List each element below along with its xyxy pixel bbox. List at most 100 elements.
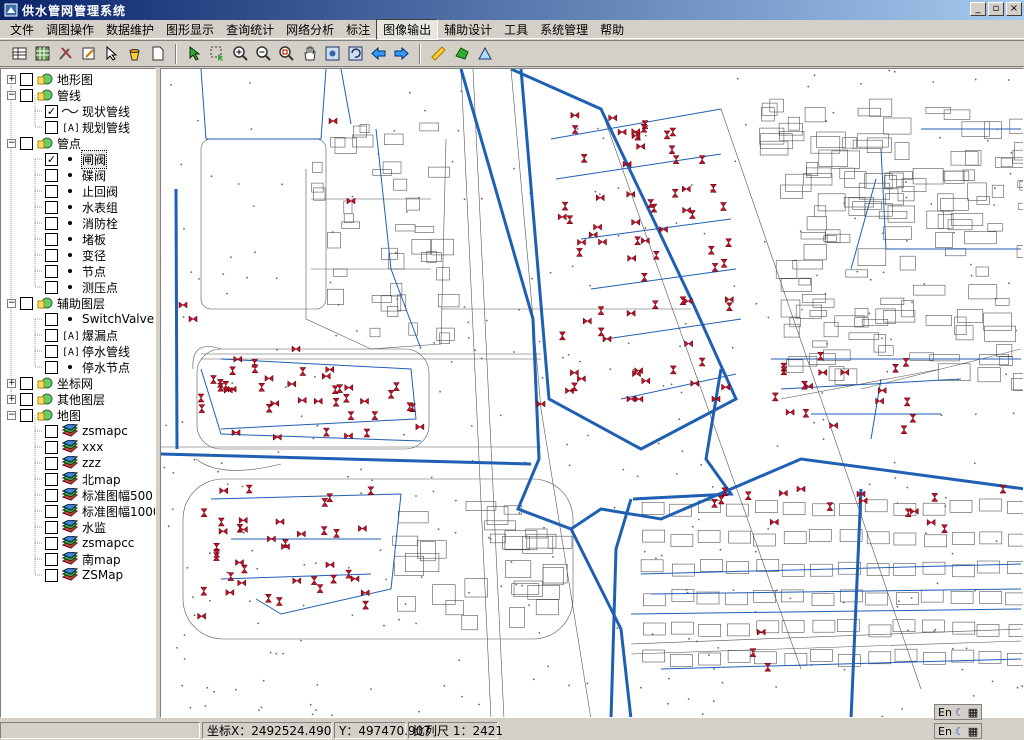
valve-symbol[interactable] <box>764 662 772 672</box>
valve-symbol[interactable] <box>580 154 588 163</box>
layer-row[interactable]: 止回阀 <box>45 183 118 199</box>
layer-checkbox[interactable]: ✓ <box>45 104 58 118</box>
valve-symbol[interactable] <box>770 518 779 526</box>
valve-symbol[interactable] <box>292 577 302 585</box>
layer-row[interactable]: zzz <box>45 455 101 471</box>
restore-button[interactable]: ▫ <box>988 2 1004 16</box>
valve-symbol[interactable] <box>744 491 752 500</box>
valve-symbol[interactable] <box>200 508 208 517</box>
layer-checkbox[interactable] <box>45 184 58 198</box>
layer-checkbox[interactable] <box>20 88 33 102</box>
blank-page-button[interactable] <box>146 43 168 65</box>
layer-row[interactable]: 碟阀 <box>45 167 106 183</box>
layer-checkbox[interactable] <box>45 488 58 502</box>
valve-symbol[interactable] <box>668 145 676 155</box>
valve-symbol[interactable] <box>709 184 717 193</box>
valve-symbol[interactable] <box>900 425 908 435</box>
valve-symbol[interactable] <box>593 223 602 231</box>
layer-checkbox[interactable] <box>45 472 58 486</box>
select-arrow-button[interactable] <box>183 43 205 65</box>
layer-row[interactable]: ZSMap <box>45 567 123 583</box>
map-canvas[interactable] <box>161 69 1024 718</box>
zoom-in-button[interactable] <box>229 43 251 65</box>
valve-symbol[interactable] <box>683 297 693 305</box>
layer-checkbox[interactable] <box>45 552 58 566</box>
triangle-button[interactable] <box>473 43 495 65</box>
ime-bar-upper[interactable]: En ☾ ▦ <box>934 704 983 720</box>
valve-symbol[interactable] <box>392 382 400 391</box>
layer-checkbox[interactable] <box>45 232 58 246</box>
valve-symbol[interactable] <box>682 206 691 214</box>
layer-row[interactable]: 消防栓 <box>45 215 118 231</box>
valve-symbol[interactable] <box>291 345 301 353</box>
layer-row[interactable]: ✓ 现状管线 <box>45 103 130 119</box>
layer-row[interactable]: 标准图幅500 <box>45 487 153 503</box>
layer-row[interactable]: [A] 停水管线 <box>45 343 130 359</box>
valve-symbol[interactable] <box>358 525 367 532</box>
pipe-branch[interactable] <box>590 268 737 290</box>
expand-toggle[interactable]: + <box>7 394 16 404</box>
valve-symbol[interactable] <box>711 499 718 508</box>
valve-symbol[interactable] <box>829 422 838 429</box>
valve-symbol[interactable] <box>583 317 592 325</box>
ime-bar-lower[interactable]: En ☾ ▦ <box>934 723 983 739</box>
valve-symbol[interactable] <box>627 254 636 262</box>
valve-symbol[interactable] <box>926 518 936 526</box>
valve-symbol[interactable] <box>631 218 640 226</box>
valve-symbol[interactable] <box>367 486 375 496</box>
layer-row[interactable]: [A] 规划管线 <box>45 119 130 135</box>
valve-symbol[interactable] <box>265 403 273 413</box>
valve-symbol[interactable] <box>749 648 757 657</box>
valve-symbol[interactable] <box>669 365 677 375</box>
valve-symbol[interactable] <box>626 309 636 317</box>
layer-row[interactable]: 停水节点 <box>45 359 130 375</box>
valve-symbol[interactable] <box>999 484 1007 494</box>
valve-symbol[interactable] <box>245 484 253 494</box>
expand-toggle[interactable]: − <box>7 138 16 148</box>
menu-item[interactable]: 网络分析 <box>280 20 340 39</box>
valve-symbol[interactable] <box>910 507 919 515</box>
layer-row[interactable]: 节点 <box>45 263 106 279</box>
valve-symbol[interactable] <box>210 375 217 384</box>
valve-symbol[interactable] <box>229 366 237 376</box>
valve-symbol[interactable] <box>663 130 671 140</box>
valve-symbol[interactable] <box>237 579 247 587</box>
valve-symbol[interactable] <box>347 411 355 420</box>
pipe-branch[interactable] <box>555 153 722 180</box>
valve-symbol[interactable] <box>239 526 248 533</box>
valve-symbol[interactable] <box>360 397 369 405</box>
layer-checkbox[interactable] <box>45 120 58 134</box>
valve-symbol[interactable] <box>320 526 328 535</box>
valve-symbol[interactable] <box>669 127 677 137</box>
valve-symbol[interactable] <box>328 117 338 125</box>
valve-symbol[interactable] <box>652 250 660 260</box>
ime-language[interactable]: En <box>938 706 952 719</box>
layer-checkbox[interactable] <box>45 280 58 294</box>
valve-symbol[interactable] <box>287 380 297 388</box>
layer-group-row[interactable]: − 辅助图层 <box>7 295 105 311</box>
valve-symbol[interactable] <box>725 302 733 311</box>
valve-symbol[interactable] <box>577 238 586 246</box>
ime-keyboard-icon-2[interactable]: ▦ <box>968 725 978 738</box>
valve-symbol[interactable] <box>576 248 583 257</box>
valve-symbol[interactable] <box>321 498 329 507</box>
layer-checkbox[interactable] <box>45 424 58 438</box>
layer-checkbox[interactable] <box>45 216 58 230</box>
valve-symbol[interactable] <box>558 331 566 341</box>
valve-symbol[interactable] <box>651 300 659 309</box>
valve-symbol[interactable] <box>711 263 719 272</box>
layer-row[interactable]: ✓ 闸阀 <box>45 149 108 169</box>
layer-group-row[interactable]: + 其他图层 <box>7 391 105 407</box>
valve-symbol[interactable] <box>270 400 280 407</box>
layer-row[interactable]: xxx <box>45 439 103 455</box>
expand-toggle[interactable]: + <box>7 74 16 84</box>
valve-symbol[interactable] <box>235 559 244 566</box>
valve-symbol[interactable] <box>636 143 645 150</box>
valve-symbol[interactable] <box>570 111 580 119</box>
valve-symbol[interactable] <box>217 517 225 527</box>
layer-checkbox[interactable] <box>45 536 58 550</box>
layer-group-row[interactable]: − 管线 <box>7 87 81 103</box>
expand-toggle[interactable]: + <box>7 378 16 388</box>
valve-symbol[interactable] <box>238 516 248 524</box>
pipe-branch[interactable] <box>340 69 352 125</box>
